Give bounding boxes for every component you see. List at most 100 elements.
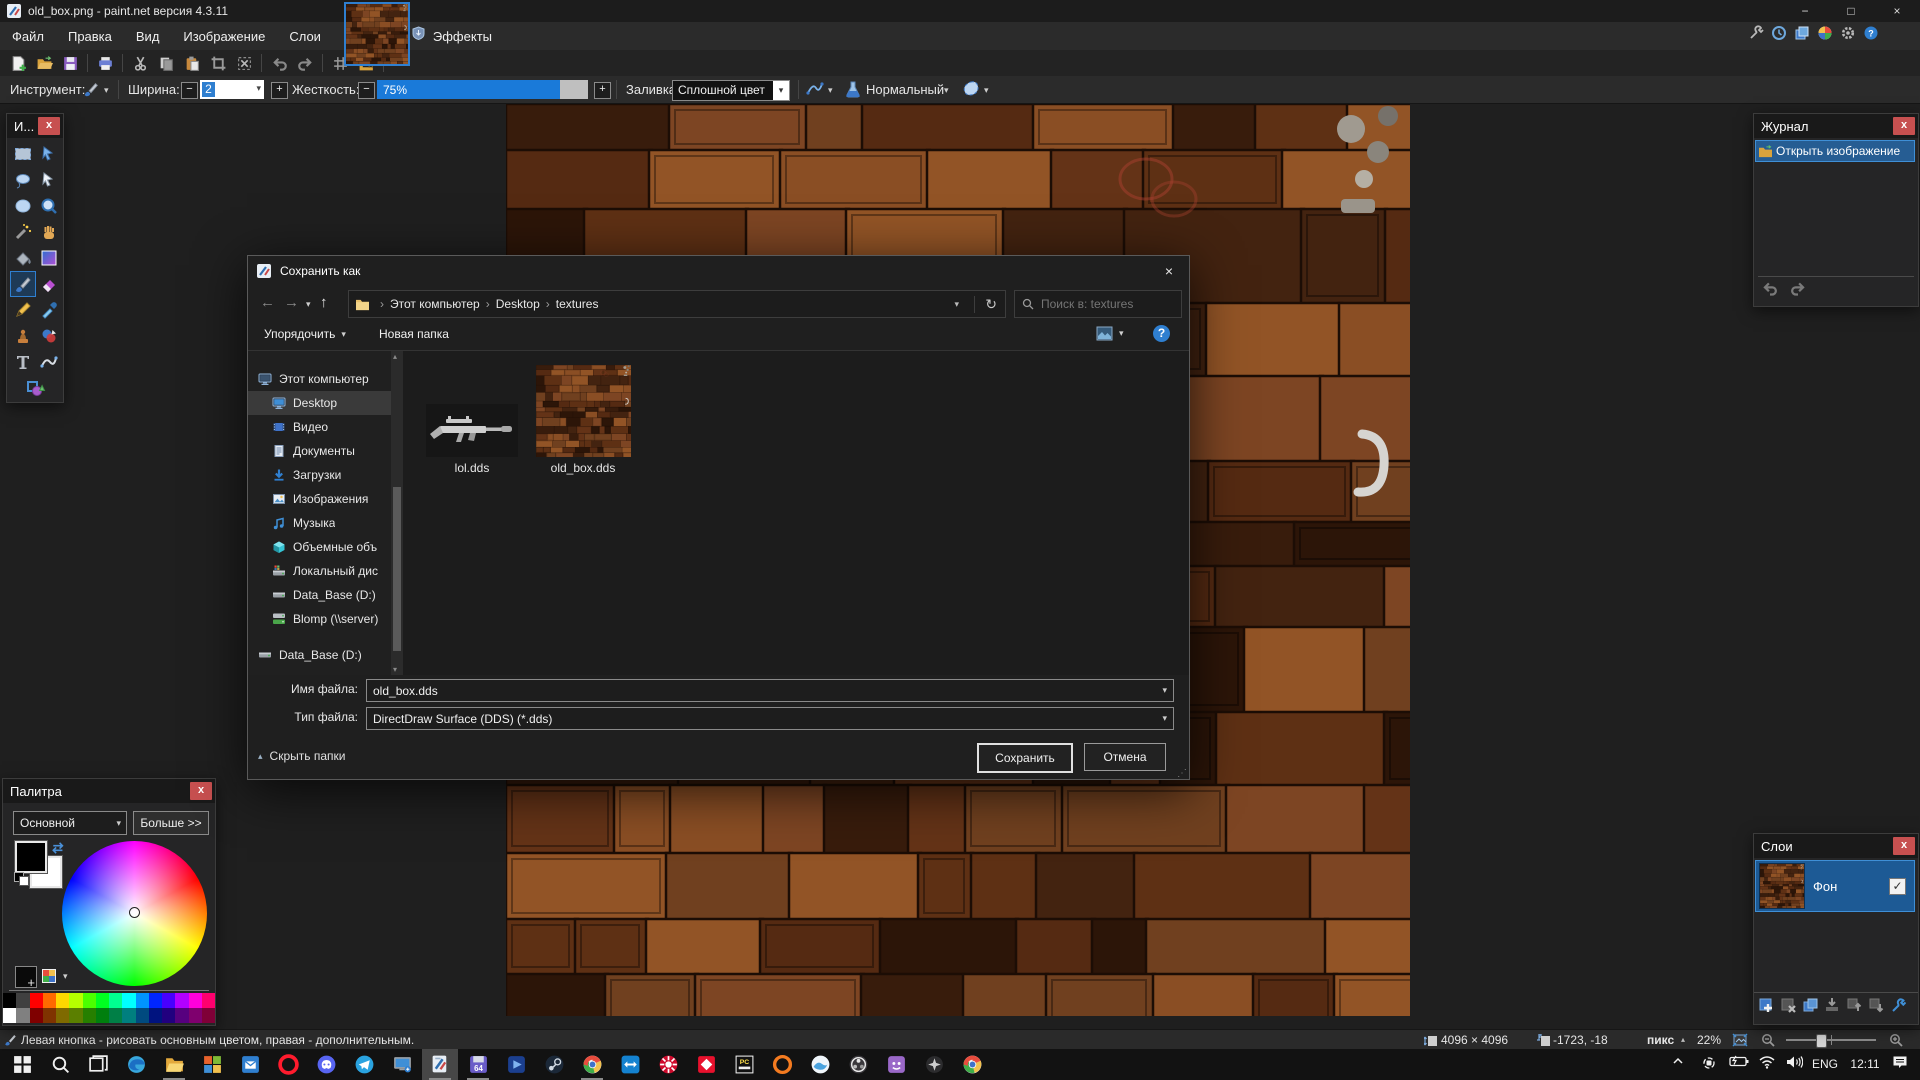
nav-history-chevron[interactable]: ▾ bbox=[306, 299, 311, 310]
sidebar-item-data-base-d-[interactable]: Data_Base (D:) bbox=[248, 583, 391, 607]
tool-move-selection[interactable] bbox=[36, 167, 62, 193]
palette-swatch[interactable] bbox=[56, 1008, 69, 1023]
file-label-oldbox[interactable]: old_box.dds bbox=[528, 461, 638, 475]
sidebar-item-объемные-объ[interactable]: Объемные объ bbox=[248, 535, 391, 559]
taskbar-app-opera[interactable] bbox=[270, 1049, 306, 1080]
tool-pencil[interactable] bbox=[10, 297, 36, 323]
menu-1[interactable]: Правка bbox=[56, 22, 124, 50]
zoom-in-icon[interactable] bbox=[1889, 1033, 1904, 1047]
layer-properties-icon[interactable] bbox=[1890, 997, 1906, 1013]
file-label-lol[interactable]: lol.dds bbox=[417, 461, 527, 475]
nav-up-icon[interactable]: ↑ bbox=[320, 294, 328, 311]
taskbar-app-task-view[interactable] bbox=[80, 1049, 116, 1080]
fit-window-icon[interactable] bbox=[1732, 1033, 1748, 1047]
palette-swatch[interactable] bbox=[202, 993, 215, 1008]
filetype-combo[interactable]: DirectDraw Surface (DDS) (*.dds) ▾ bbox=[366, 707, 1174, 730]
language-indicator[interactable]: ENG bbox=[1810, 1057, 1840, 1071]
palette-swatch[interactable] bbox=[189, 993, 202, 1008]
palette-swatch[interactable] bbox=[69, 993, 82, 1008]
undo-icon[interactable] bbox=[266, 51, 292, 75]
blend-mode-value[interactable]: Нормальный bbox=[866, 82, 944, 97]
breadcrumb[interactable]: ›Этот компьютер›Desktop›textures bbox=[374, 297, 598, 311]
menu-4[interactable]: Слои bbox=[277, 22, 333, 50]
minimize-button[interactable]: − bbox=[1782, 0, 1828, 22]
touchpad-icon[interactable] bbox=[1698, 1055, 1720, 1071]
palette-swatch[interactable] bbox=[3, 1008, 16, 1023]
color-wheel[interactable] bbox=[62, 841, 207, 986]
taskbar-app-store[interactable] bbox=[194, 1049, 230, 1080]
current-tool-brush-icon[interactable] bbox=[82, 80, 100, 98]
breadcrumb-chevron[interactable]: ▾ bbox=[954, 299, 959, 310]
taskbar-app-blue-app[interactable] bbox=[802, 1049, 838, 1080]
tools-toggle-icon[interactable] bbox=[1748, 25, 1764, 41]
taskbar-app-discord[interactable] bbox=[308, 1049, 344, 1080]
sidebar-item-data-base-d-[interactable]: Data_Base (D:) bbox=[248, 643, 391, 667]
fill-combo-chevron[interactable]: ▾ bbox=[773, 81, 789, 100]
help-icon[interactable]: ? bbox=[1153, 325, 1170, 342]
reset-colors-icon[interactable] bbox=[14, 872, 28, 884]
width-combo-chevron[interactable]: ▾ bbox=[256, 83, 261, 94]
palette-swatch[interactable] bbox=[162, 1008, 175, 1023]
taskbar-app-obs[interactable] bbox=[840, 1049, 876, 1080]
tool-magic-wand[interactable] bbox=[10, 219, 36, 245]
search-box[interactable] bbox=[1014, 290, 1182, 318]
history-item[interactable]: Открыть изображение bbox=[1755, 140, 1915, 162]
hardness-decrease-button[interactable]: − bbox=[358, 82, 375, 99]
refresh-icon[interactable]: ↻ bbox=[974, 296, 997, 313]
fill-combo[interactable]: Сплошной цвет ▾ bbox=[672, 80, 790, 101]
help-icon[interactable]: ? bbox=[1863, 25, 1879, 41]
sidebar-item-видео[interactable]: Видео bbox=[248, 415, 391, 439]
palette-swatch[interactable] bbox=[3, 993, 16, 1008]
palette-swatch[interactable] bbox=[96, 1008, 109, 1023]
palette-swatch[interactable] bbox=[149, 993, 162, 1008]
paste-icon[interactable] bbox=[179, 51, 205, 75]
taskbar-app-red-app[interactable] bbox=[688, 1049, 724, 1080]
palette-swatch[interactable] bbox=[69, 1008, 82, 1023]
add-layer-icon[interactable] bbox=[1758, 997, 1774, 1013]
sidebar-item-загрузки[interactable]: Загрузки bbox=[248, 463, 391, 487]
tool-recolor[interactable] bbox=[36, 323, 62, 349]
menu-2[interactable]: Вид bbox=[124, 22, 172, 50]
palette-mode-combo[interactable]: Основной ▾ bbox=[13, 811, 127, 835]
new-folder-button[interactable]: Новая папка bbox=[379, 327, 449, 341]
layers-toggle-icon[interactable] bbox=[1794, 25, 1810, 41]
tool-shapes[interactable] bbox=[23, 375, 49, 401]
taskbar-app-pc-app[interactable]: PC bbox=[726, 1049, 762, 1080]
blend-mode-chevron[interactable]: ▾ bbox=[944, 85, 949, 96]
taskbar-app-start[interactable] bbox=[4, 1049, 40, 1080]
width-combo[interactable]: 2 ▾ bbox=[200, 80, 264, 99]
selection-mode-icon[interactable] bbox=[962, 80, 980, 98]
redo-icon[interactable] bbox=[292, 51, 318, 75]
taskbar-app-emulator-64[interactable]: 64 bbox=[460, 1049, 496, 1080]
tool-eraser[interactable] bbox=[36, 271, 62, 297]
tools-panel-close-button[interactable]: x bbox=[38, 117, 60, 135]
taskbar-app-remote-desktop[interactable] bbox=[384, 1049, 420, 1080]
dialog-close-button[interactable]: × bbox=[1149, 256, 1189, 286]
search-input[interactable] bbox=[1039, 296, 1168, 312]
palette-swatch[interactable] bbox=[109, 993, 122, 1008]
save-icon[interactable] bbox=[57, 51, 83, 75]
palette-swatch[interactable] bbox=[202, 1008, 215, 1023]
tool-gradient[interactable] bbox=[36, 245, 62, 271]
palette-swatch[interactable] bbox=[16, 993, 29, 1008]
blend-mode-flask-icon[interactable] bbox=[845, 80, 861, 98]
tool-text[interactable] bbox=[10, 349, 36, 375]
file-thumbnail-lol[interactable] bbox=[426, 404, 518, 457]
view-mode-button[interactable]: ▾ bbox=[1096, 326, 1124, 341]
crop-icon[interactable] bbox=[205, 51, 231, 75]
layers-panel-close-button[interactable]: x bbox=[1893, 837, 1915, 855]
nav-back-icon[interactable]: ← bbox=[260, 294, 275, 311]
volume-icon[interactable] bbox=[1782, 1055, 1806, 1069]
taskbar-app-orange-app[interactable] bbox=[764, 1049, 800, 1080]
unit-chevron[interactable]: ▴ bbox=[1681, 1035, 1685, 1044]
tool-lasso-select[interactable] bbox=[10, 167, 36, 193]
sidebar-item-изображения[interactable]: Изображения bbox=[248, 487, 391, 511]
tray-expand-icon[interactable] bbox=[1668, 1055, 1688, 1067]
menu-3[interactable]: Изображение bbox=[171, 22, 277, 50]
cut-icon[interactable] bbox=[127, 51, 153, 75]
sidebar-item-blomp-server-[interactable]: Blomp (\\server) bbox=[248, 607, 391, 631]
palette-swatch[interactable] bbox=[175, 993, 188, 1008]
zoom-slider[interactable] bbox=[1786, 1039, 1876, 1041]
nav-forward-icon[interactable]: → bbox=[284, 294, 299, 311]
tool-zoom[interactable] bbox=[36, 193, 62, 219]
